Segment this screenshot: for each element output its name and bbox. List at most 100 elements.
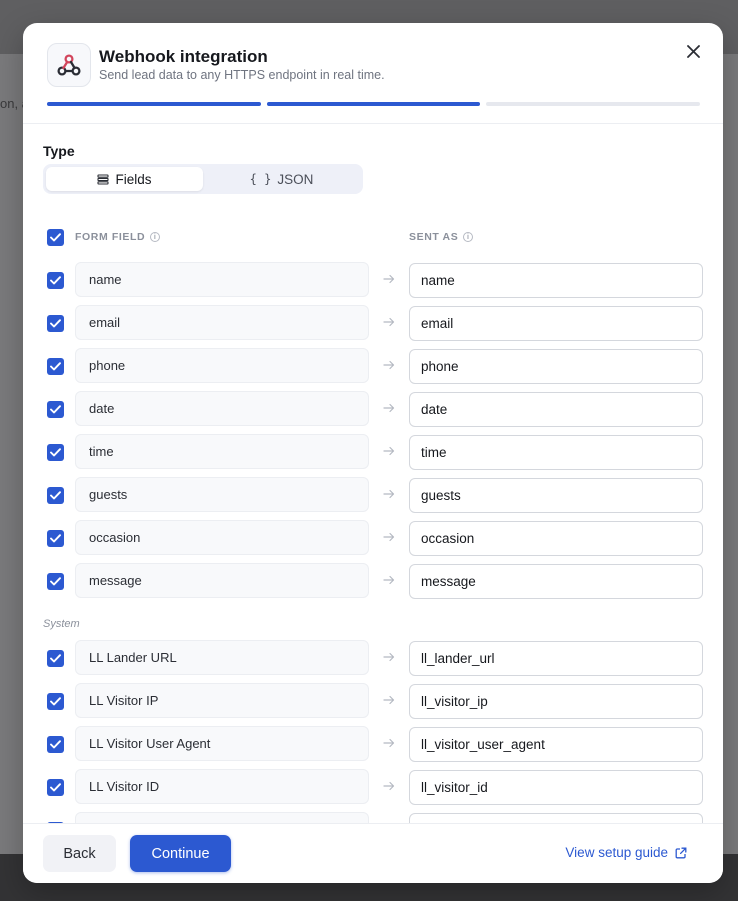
field-checkbox[interactable] bbox=[47, 693, 64, 710]
field-mapping-row: LL Lander URL bbox=[23, 640, 723, 677]
check-icon bbox=[50, 783, 61, 792]
sent-as-input[interactable] bbox=[409, 684, 703, 719]
arrow-right-icon bbox=[383, 317, 395, 327]
form-field-name: message bbox=[75, 563, 369, 598]
check-icon bbox=[50, 233, 61, 242]
arrow-right-icon bbox=[383, 532, 395, 542]
field-checkbox[interactable] bbox=[47, 487, 64, 504]
sent-as-input[interactable] bbox=[409, 727, 703, 762]
modal-body: Type Fields { } JSON FORM FIELD i SENT A… bbox=[23, 125, 723, 823]
field-checkbox[interactable] bbox=[47, 736, 64, 753]
sent-as-input[interactable] bbox=[409, 349, 703, 384]
field-mapping-row: guests bbox=[23, 477, 723, 514]
info-icon[interactable]: i bbox=[463, 232, 474, 242]
progress-step bbox=[47, 102, 261, 106]
sent-as-input[interactable] bbox=[409, 521, 703, 556]
check-icon bbox=[50, 276, 61, 285]
tab-json-label: JSON bbox=[277, 171, 314, 187]
tab-fields[interactable]: Fields bbox=[46, 167, 203, 191]
field-checkbox[interactable] bbox=[47, 650, 64, 667]
field-mapping-row: occasion bbox=[23, 520, 723, 557]
arrow-right-icon bbox=[383, 403, 395, 413]
form-field-name: guests bbox=[75, 477, 369, 512]
sent-as-input[interactable] bbox=[409, 392, 703, 427]
field-checkbox[interactable] bbox=[47, 779, 64, 796]
sent-as-input[interactable] bbox=[409, 813, 703, 823]
select-all-checkbox[interactable] bbox=[47, 229, 64, 246]
check-icon bbox=[50, 405, 61, 414]
check-icon bbox=[50, 491, 61, 500]
arrow-right-icon bbox=[383, 446, 395, 456]
sent-as-input[interactable] bbox=[409, 641, 703, 676]
check-icon bbox=[50, 740, 61, 749]
sent-as-input[interactable] bbox=[409, 306, 703, 341]
modal-subtitle: Send lead data to any HTTPS endpoint in … bbox=[99, 68, 385, 82]
sent-as-input[interactable] bbox=[409, 770, 703, 805]
form-field-name: LL Lander URL bbox=[75, 640, 369, 675]
field-mapping-row: phone bbox=[23, 348, 723, 385]
form-field-name: time bbox=[75, 434, 369, 469]
braces-icon: { } bbox=[249, 172, 272, 186]
arrow-right-icon bbox=[383, 274, 395, 284]
arrow-right-icon bbox=[383, 360, 395, 370]
info-icon[interactable]: i bbox=[150, 232, 161, 242]
type-toggle: Fields { } JSON bbox=[43, 164, 363, 194]
external-link-icon bbox=[675, 847, 687, 858]
check-icon bbox=[50, 362, 61, 371]
type-label: Type bbox=[43, 143, 75, 159]
back-button[interactable]: Back bbox=[43, 835, 116, 872]
arrow-right-icon bbox=[383, 695, 395, 705]
field-mapping-row: LL Submission Time UTC bbox=[23, 812, 723, 823]
field-checkbox[interactable] bbox=[47, 530, 64, 547]
field-mapping-row: LL Visitor IP bbox=[23, 683, 723, 720]
progress-step bbox=[486, 102, 701, 106]
check-icon bbox=[50, 534, 61, 543]
field-checkbox[interactable] bbox=[47, 272, 64, 289]
arrow-right-icon bbox=[383, 489, 395, 499]
form-field-name: LL Visitor ID bbox=[75, 769, 369, 804]
form-field-name: LL Submission Time UTC bbox=[75, 812, 369, 823]
list-icon bbox=[97, 173, 110, 185]
form-field-name: name bbox=[75, 262, 369, 297]
setup-guide-label: View setup guide bbox=[565, 845, 668, 860]
field-checkbox[interactable] bbox=[47, 401, 64, 418]
sent-as-input[interactable] bbox=[409, 478, 703, 513]
setup-guide-link[interactable]: View setup guide bbox=[565, 845, 687, 860]
sent-as-input[interactable] bbox=[409, 435, 703, 470]
field-mapping-row: LL Visitor User Agent bbox=[23, 726, 723, 763]
continue-button[interactable]: Continue bbox=[130, 835, 231, 872]
webhook-modal: Webhook integration Send lead data to an… bbox=[23, 23, 723, 883]
modal-header: Webhook integration Send lead data to an… bbox=[23, 23, 723, 124]
sent-as-input[interactable] bbox=[409, 564, 703, 599]
form-field-name: phone bbox=[75, 348, 369, 383]
field-mapping-row: date bbox=[23, 391, 723, 428]
check-icon bbox=[50, 319, 61, 328]
sent-as-input[interactable] bbox=[409, 263, 703, 298]
progress-step bbox=[266, 102, 481, 106]
close-button[interactable] bbox=[681, 39, 705, 63]
form-field-header: FORM FIELD i bbox=[75, 231, 161, 243]
check-icon bbox=[50, 654, 61, 663]
form-field-name: LL Visitor IP bbox=[75, 683, 369, 718]
sent-as-header: SENT AS i bbox=[409, 231, 474, 243]
form-field-name: date bbox=[75, 391, 369, 426]
field-checkbox[interactable] bbox=[47, 444, 64, 461]
field-mapping-row: LL Visitor ID bbox=[23, 769, 723, 806]
arrow-right-icon bbox=[383, 652, 395, 662]
form-field-name: email bbox=[75, 305, 369, 340]
field-checkbox[interactable] bbox=[47, 573, 64, 590]
field-mapping-row: time bbox=[23, 434, 723, 471]
field-mapping-row: name bbox=[23, 262, 723, 299]
check-icon bbox=[50, 577, 61, 586]
field-checkbox[interactable] bbox=[47, 315, 64, 332]
tab-json[interactable]: { } JSON bbox=[203, 167, 360, 191]
step-progress bbox=[47, 102, 701, 106]
webhook-icon bbox=[47, 43, 91, 87]
modal-footer: Back Continue View setup guide bbox=[23, 823, 723, 883]
tab-fields-label: Fields bbox=[115, 171, 152, 187]
arrow-right-icon bbox=[383, 781, 395, 791]
sent-as-header-label: SENT AS bbox=[409, 231, 459, 243]
field-mapping-row: message bbox=[23, 563, 723, 600]
check-icon bbox=[50, 697, 61, 706]
field-checkbox[interactable] bbox=[47, 358, 64, 375]
